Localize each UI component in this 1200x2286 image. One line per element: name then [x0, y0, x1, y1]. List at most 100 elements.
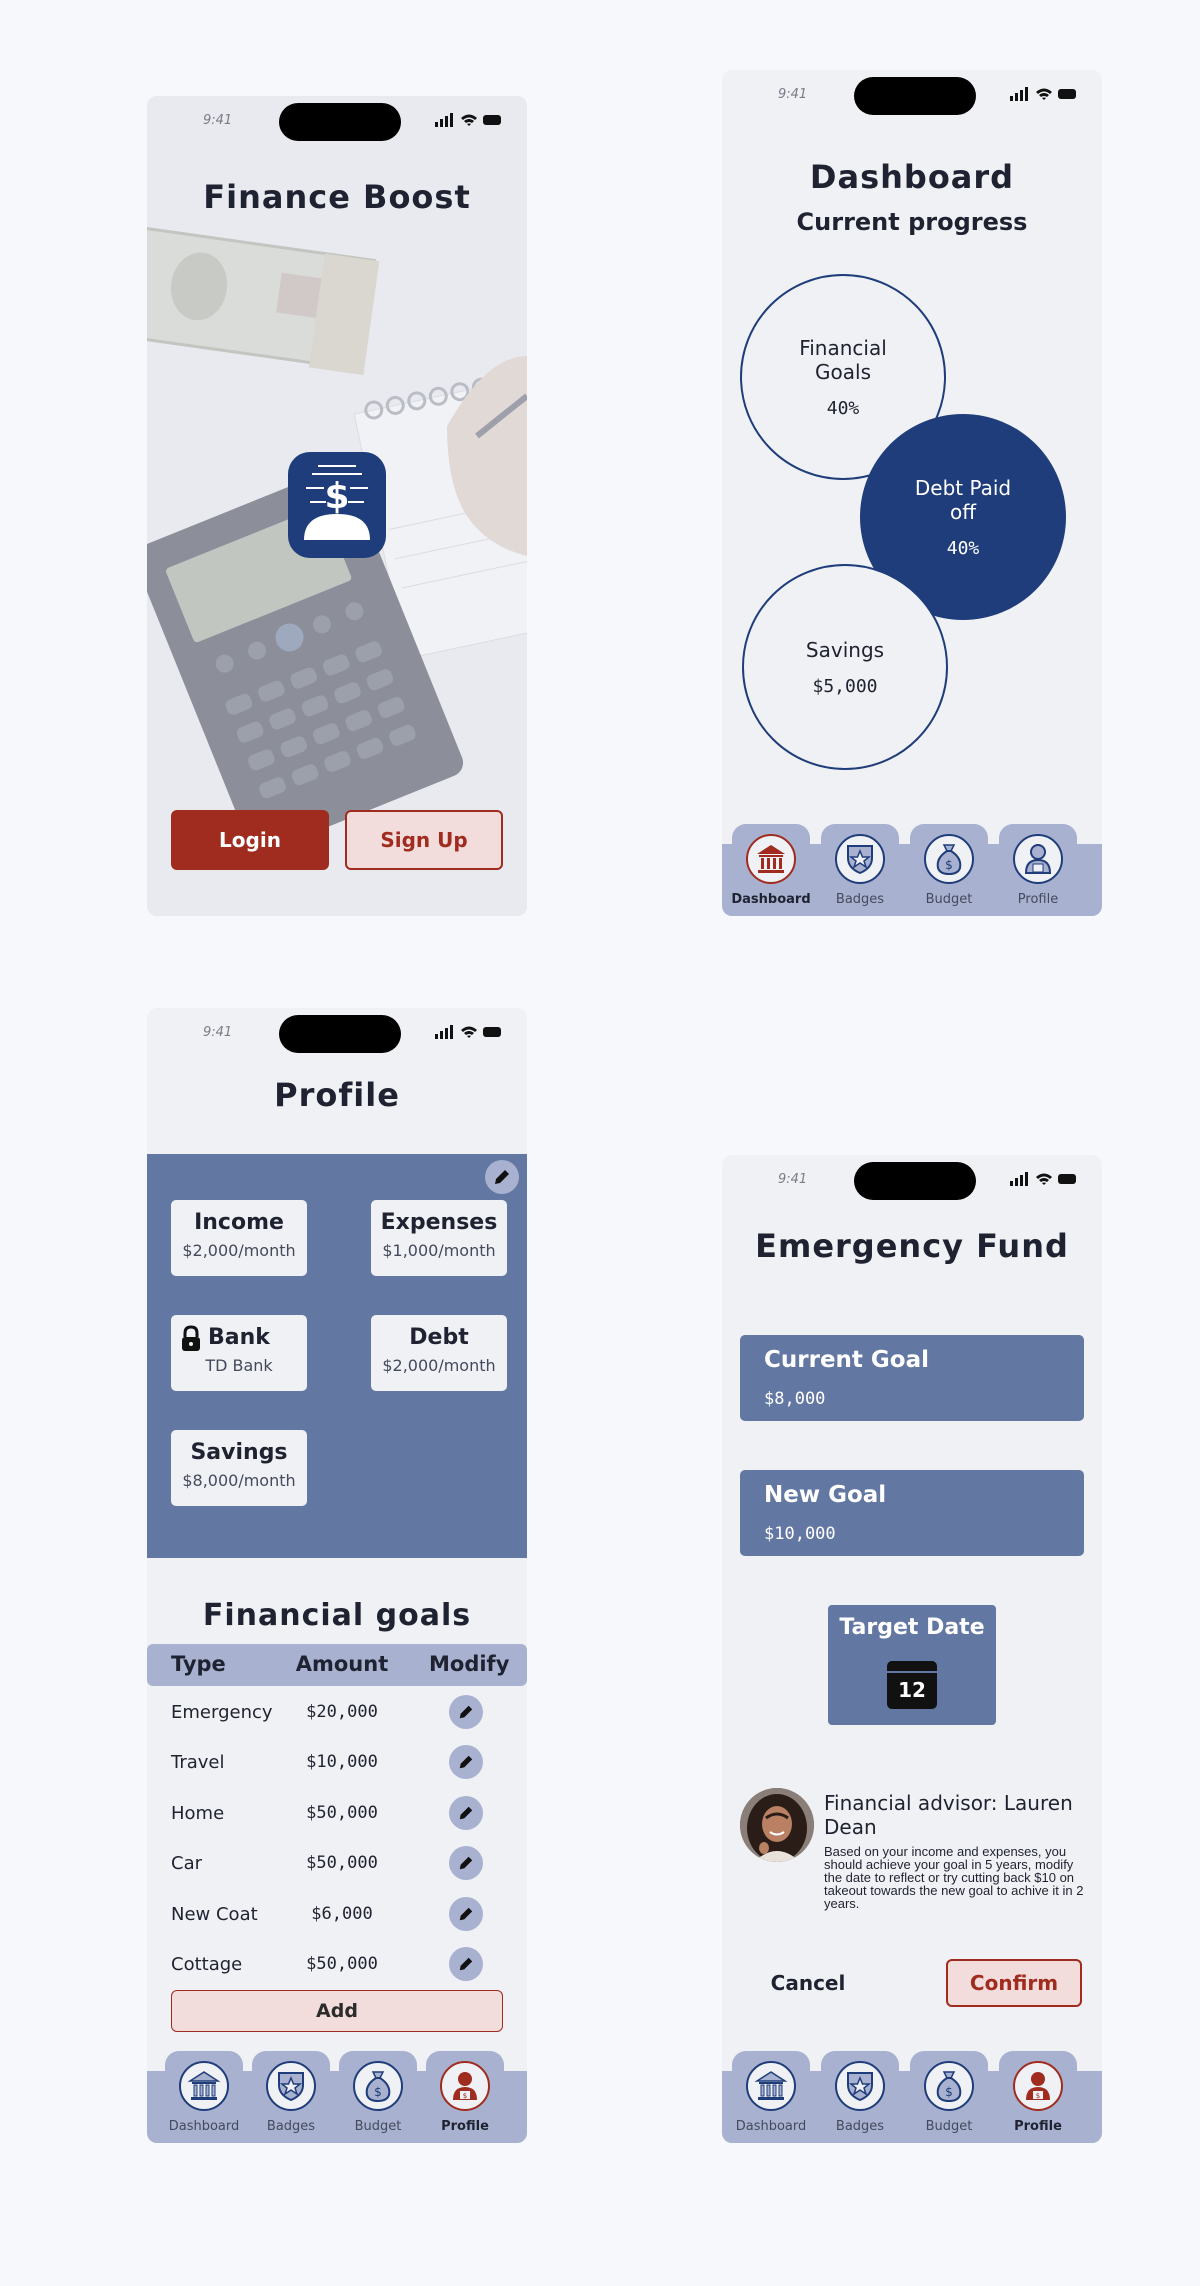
advisor-avatar: [740, 1788, 814, 1862]
goal-amount: $20,000: [306, 1702, 378, 1722]
target-date-label: Target Date: [839, 1615, 985, 1640]
pencil-icon: [459, 1755, 473, 1769]
savings-card[interactable]: Savings $8,000/month: [171, 1430, 307, 1506]
calendar-icon: 12: [887, 1661, 937, 1709]
nav-dashboard[interactable]: Dashboard: [731, 824, 811, 916]
nav-dashboard[interactable]: Dashboard: [732, 2051, 810, 2143]
nav-label: Badges: [266, 2119, 316, 2134]
badge-icon: [847, 845, 873, 875]
nav-label: Profile: [1014, 2119, 1062, 2134]
card-label: Savings: [190, 1440, 288, 1465]
nav-profile[interactable]: Profile: [999, 824, 1077, 916]
table-row: New Coat $6,000: [147, 1890, 527, 1940]
dynamic-island: [279, 1015, 401, 1053]
table-row: Travel $10,000: [147, 1738, 527, 1788]
status-icons: [1010, 1172, 1076, 1186]
nav-label: Budget: [925, 2119, 973, 2134]
goal-amount: $10,000: [306, 1752, 378, 1772]
header-amount: Amount: [295, 1652, 389, 1676]
status-time: 9:41: [203, 1025, 233, 1040]
add-goal-button[interactable]: Add: [171, 1990, 503, 2032]
table-row: Emergency $20,000: [147, 1688, 527, 1738]
app-title: Finance Boost: [203, 178, 471, 216]
modify-goal-button[interactable]: [449, 1745, 483, 1779]
bank-icon: [187, 2071, 221, 2100]
modify-goal-button[interactable]: [449, 1846, 483, 1880]
profile-icon: [1024, 844, 1052, 874]
bottom-nav: Dashboard Badges $ Budget $ Profile: [722, 2051, 1102, 2143]
current-goal-value: $8,000: [764, 1389, 826, 1409]
goal-type: Home: [171, 1803, 225, 1824]
goal-amount: $50,000: [306, 1803, 378, 1823]
card-label: Income: [194, 1210, 284, 1235]
pencil-icon: [459, 1856, 473, 1870]
modify-goal-button[interactable]: [449, 1796, 483, 1830]
page-title: Dashboard: [809, 158, 1015, 196]
bank-icon: [754, 2071, 788, 2100]
bank-icon: [757, 845, 785, 873]
signup-button[interactable]: Sign Up: [345, 810, 503, 870]
expenses-card[interactable]: Expenses $1,000/month: [371, 1200, 507, 1276]
income-card[interactable]: Income $2,000/month: [171, 1200, 307, 1276]
nav-budget[interactable]: $ Budget: [339, 2051, 417, 2143]
bottom-nav: Dashboard Badges $ Budget $ Profile: [147, 2051, 527, 2143]
nav-profile[interactable]: $ Profile: [426, 2051, 504, 2143]
status-icons: [435, 113, 501, 127]
modify-goal-button[interactable]: [449, 1947, 483, 1981]
badge-icon: [847, 2072, 873, 2102]
dynamic-island: [854, 77, 976, 115]
card-value: $1,000/month: [382, 1241, 496, 1260]
nav-badges[interactable]: Badges: [821, 824, 899, 916]
debt-card[interactable]: Debt $2,000/month: [371, 1315, 507, 1391]
profile-summary-panel: Income $2,000/month Expenses $1,000/month …: [147, 1154, 527, 1558]
goal-type: Cottage: [171, 1954, 243, 1975]
dynamic-island: [279, 103, 401, 141]
nav-badges[interactable]: Badges: [252, 2051, 330, 2143]
advisor-name: Financial advisor: Lauren Dean: [824, 1791, 1073, 1839]
nav-label: Budget: [354, 2119, 402, 2134]
emergency-fund-screen: 9:41 Emergency Fund Current Goal $8,000 …: [722, 1155, 1102, 2143]
page-title: Emergency Fund: [755, 1227, 1069, 1265]
nav-budget[interactable]: $ Budget: [910, 824, 988, 916]
confirm-button[interactable]: Confirm: [946, 1959, 1082, 2007]
nav-budget[interactable]: $ Budget: [910, 2051, 988, 2143]
nav-label: Dashboard: [735, 2119, 807, 2134]
savings-bubble[interactable]: Savings $5,000: [742, 564, 948, 770]
edit-profile-button[interactable]: [485, 1160, 519, 1194]
modify-goal-button[interactable]: [449, 1897, 483, 1931]
svg-text:$: $: [1036, 2092, 1040, 2100]
new-goal-value: $10,000: [764, 1524, 836, 1544]
svg-text:$: $: [945, 858, 953, 872]
status-bar: 9:41: [722, 70, 1102, 120]
current-goal-label: Current Goal: [764, 1347, 929, 1373]
svg-text:$: $: [324, 476, 349, 517]
status-time: 9:41: [778, 87, 808, 102]
login-button[interactable]: Login: [171, 810, 329, 870]
goal-amount: $50,000: [306, 1954, 378, 1974]
bank-card[interactable]: Bank TD Bank: [171, 1315, 307, 1391]
money-bag-icon: $: [936, 2071, 962, 2103]
target-date-picker[interactable]: Target Date 12: [828, 1605, 996, 1725]
nav-label: Badges: [835, 892, 885, 907]
new-goal-label: New Goal: [764, 1482, 887, 1508]
calendar-day: 12: [898, 1678, 926, 1702]
card-value: $8,000/month: [182, 1471, 296, 1490]
badge-icon: [278, 2072, 304, 2102]
table-row: Cottage $50,000: [147, 1940, 527, 1990]
money-bag-icon: $: [365, 2071, 391, 2103]
goal-amount: $6,000: [311, 1904, 373, 1924]
nav-dashboard[interactable]: Dashboard: [165, 2051, 243, 2143]
cancel-button[interactable]: Cancel: [752, 1959, 864, 2007]
pencil-icon: [459, 1806, 473, 1820]
status-time: 9:41: [203, 113, 233, 128]
nav-profile[interactable]: $ Profile: [999, 2051, 1077, 2143]
lock-icon: [182, 1325, 200, 1351]
status-icons: [1010, 87, 1076, 101]
dashboard-screen: 9:41 Dashboard Current progress Financia…: [722, 70, 1102, 916]
new-goal-field[interactable]: New Goal $10,000: [740, 1470, 1084, 1556]
table-row: Car $50,000: [147, 1839, 527, 1889]
card-value: TD Bank: [205, 1356, 273, 1375]
modify-goal-button[interactable]: [449, 1695, 483, 1729]
nav-badges[interactable]: Badges: [821, 2051, 899, 2143]
money-bag-icon: $: [936, 844, 962, 876]
